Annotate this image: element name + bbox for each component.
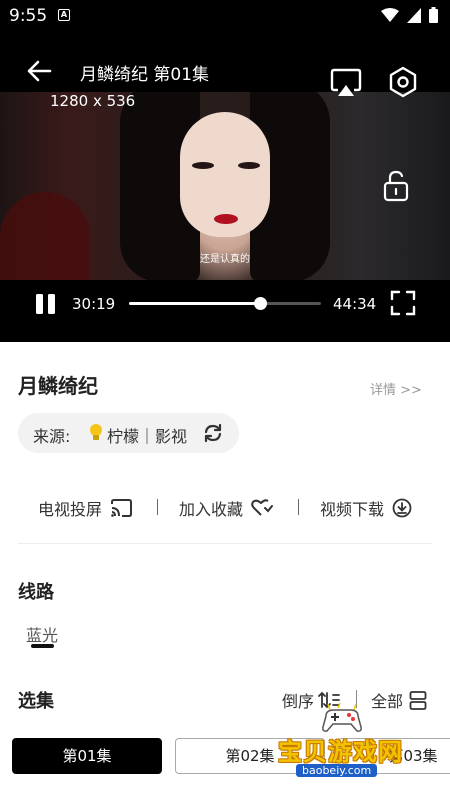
frame-lips [214, 214, 238, 224]
status-time: 9:55 [9, 6, 48, 26]
fullscreen-icon[interactable] [390, 290, 416, 316]
routes-title: 线路 [18, 582, 54, 603]
progress-fill [129, 302, 260, 305]
frame-eye-left [192, 162, 214, 169]
action-bar: 电视投屏 加入收藏 视频下载 [0, 489, 450, 525]
tv-cast-label: 电视投屏 [38, 500, 103, 519]
source-selector[interactable]: 来源: 柠檬｜影视 [18, 413, 239, 453]
refresh-icon[interactable] [202, 422, 224, 444]
watermark-text: 宝贝游戏网 [278, 738, 403, 766]
back-arrow-icon[interactable] [26, 60, 52, 82]
progress-thumb[interactable] [253, 297, 267, 310]
app-screen: 9:55 A 还是认真的 月鳞绮纪 第01集 1280 x 536 30:19 … [0, 0, 450, 800]
download-button[interactable]: 视频下载 [320, 496, 412, 520]
show-title: 月鳞绮纪 [18, 374, 98, 398]
episode-button-01[interactable]: 第01集 [12, 738, 162, 774]
action-divider [157, 499, 158, 515]
download-label: 视频下载 [320, 500, 385, 519]
watermark-url: baobeiy.com [296, 764, 378, 777]
wifi-icon [381, 7, 399, 22]
notification-icon: A [58, 9, 70, 21]
action-divider [298, 499, 299, 515]
airplay-icon[interactable] [330, 68, 362, 98]
source-name: 柠檬｜影视 [107, 427, 188, 446]
section-divider [18, 543, 432, 544]
frame-background-detail [0, 192, 90, 280]
progress-bar[interactable] [129, 297, 321, 310]
video-player[interactable]: 还是认真的 月鳞绮纪 第01集 1280 x 536 30:19 44:34 [0, 32, 450, 342]
video-title: 月鳞绮纪 第01集 [80, 65, 210, 85]
tv-cast-button[interactable]: 电视投屏 [38, 496, 133, 520]
lightbulb-icon [90, 424, 102, 440]
heart-add-icon [251, 499, 274, 516]
frame-eye-right [238, 162, 260, 169]
cast-icon [111, 499, 133, 517]
source-label: 来源: [33, 427, 71, 446]
settings-hexagon-icon[interactable] [387, 66, 419, 98]
current-time: 30:19 [72, 295, 116, 313]
add-favorite-button[interactable]: 加入收藏 [179, 496, 274, 520]
lock-open-icon[interactable] [382, 170, 410, 202]
status-bar: 9:55 A [0, 0, 450, 32]
pause-icon[interactable] [34, 293, 58, 315]
route-selected-indicator [31, 644, 54, 648]
total-time: 44:34 [333, 295, 377, 313]
video-subtitle: 还是认真的 [200, 254, 250, 265]
resolution-label: 1280 x 536 [50, 92, 136, 110]
status-icons [381, 7, 438, 23]
episodes-title: 选集 [18, 691, 54, 712]
download-icon [392, 498, 412, 518]
battery-icon [429, 7, 438, 23]
details-link[interactable]: 详情 >> [370, 379, 422, 398]
gamepad-logo-icon [322, 702, 362, 732]
site-watermark: 宝贝游戏网 baobeiy.com [268, 700, 438, 795]
add-favorite-label: 加入收藏 [179, 500, 244, 519]
route-item-bluray[interactable]: 蓝光 [26, 622, 58, 646]
signal-icon [407, 7, 421, 23]
